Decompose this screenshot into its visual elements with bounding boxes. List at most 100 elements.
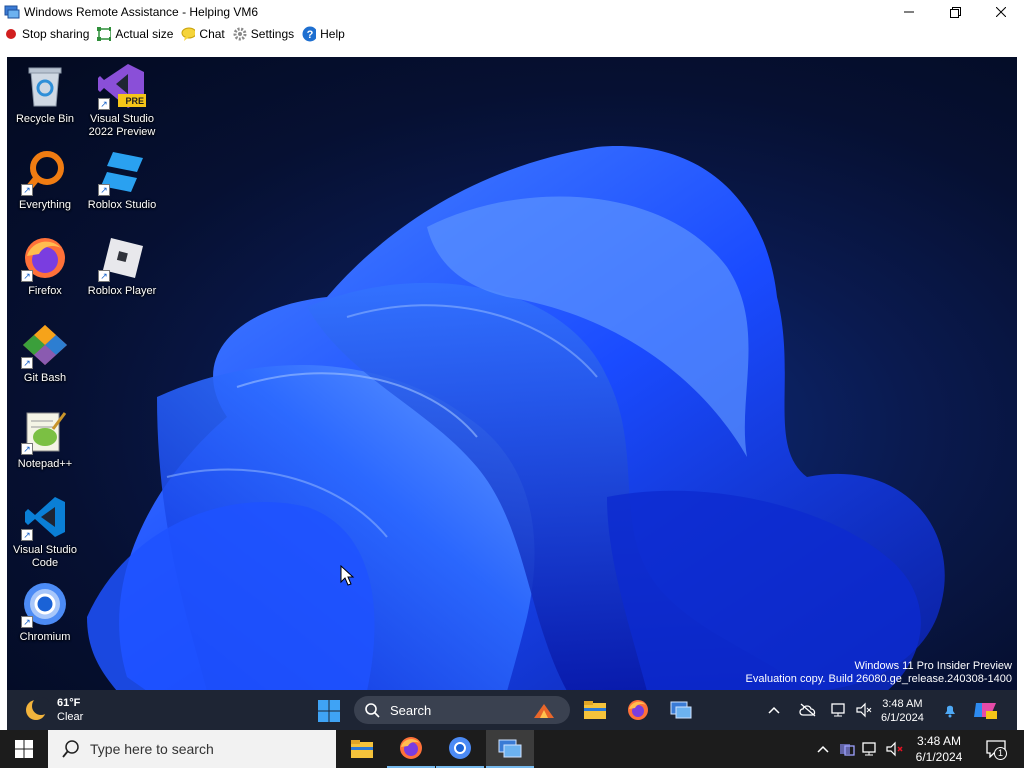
remote-taskbar: 61°F Clear Search 3:48 AM 6/1/2024: [7, 690, 1017, 730]
remote-tray-notifications[interactable]: [942, 690, 958, 730]
desktop-icon-label: Roblox Player: [87, 285, 157, 297]
desktop-icon-label: Visual Studio 2022 Preview: [88, 113, 156, 138]
remote-assistance-icon: [670, 701, 692, 719]
remote-show-hidden-icons[interactable]: [767, 690, 781, 730]
git-bash-icon: ↗: [21, 321, 69, 369]
remote-start-button[interactable]: [317, 699, 341, 723]
desktop-icon-label: Notepad++: [17, 458, 73, 470]
roblox-player-icon: ↗: [98, 234, 146, 282]
shortcut-arrow-icon: ↗: [21, 357, 33, 369]
gear-icon: [233, 27, 247, 41]
desktop-icon-firefox[interactable]: ↗ Firefox: [7, 234, 83, 298]
weather-desc: Clear: [57, 711, 84, 723]
tray-volume[interactable]: [883, 730, 907, 768]
shortcut-arrow-icon: ↗: [98, 184, 110, 196]
settings-button[interactable]: Settings: [233, 24, 294, 44]
shortcut-arrow-icon: ↗: [21, 529, 33, 541]
show-hidden-icons-button[interactable]: [812, 730, 834, 768]
stop-sharing-label: Stop sharing: [22, 27, 90, 41]
copilot-icon: [974, 703, 997, 719]
desktop-icon-label: Git Bash: [23, 372, 67, 384]
remote-tray-volume[interactable]: [855, 690, 873, 730]
watermark-line-1: Windows 11 Pro Insider Preview: [854, 660, 1012, 672]
desktop-icon-git-bash[interactable]: ↗ Git Bash: [7, 321, 83, 385]
chromium-icon: [449, 737, 471, 759]
taskbar-clock[interactable]: 3:48 AM 6/1/2024: [912, 733, 966, 765]
roblox-studio-icon: ↗: [98, 148, 146, 196]
shortcut-arrow-icon: ↗: [21, 270, 33, 282]
remote-tray-network[interactable]: [830, 690, 848, 730]
desktop-icon-recycle-bin[interactable]: Recycle Bin: [7, 62, 83, 126]
remote-tray-onedrive[interactable]: [799, 690, 817, 730]
stop-sharing-button[interactable]: Stop sharing: [4, 24, 89, 44]
notification-count-badge: 1: [994, 747, 1007, 760]
close-button[interactable]: [978, 0, 1024, 24]
chat-icon: [181, 27, 196, 41]
shortcut-arrow-icon: ↗: [98, 98, 110, 110]
desktop-icon-visual-studio-preview[interactable]: PRE ↗ Visual Studio 2022 Preview: [84, 62, 160, 139]
taskbar-search-box[interactable]: Type here to search: [48, 730, 336, 768]
maximize-button[interactable]: [932, 0, 978, 24]
remote-search-box[interactable]: Search: [354, 696, 570, 724]
desktop-icon-notepad-plus-plus[interactable]: ↗ Notepad++: [7, 407, 83, 471]
taskbar-chromium[interactable]: [436, 730, 484, 768]
stop-record-icon: [4, 27, 18, 41]
remote-taskbar-remote-assistance[interactable]: [668, 698, 694, 722]
title-bar: Windows Remote Assistance - Helping VM6: [0, 0, 1024, 24]
desktop-icon-label: Visual Studio Code: [12, 544, 77, 569]
remote-search-label: Search: [390, 702, 432, 718]
taskbar-firefox[interactable]: [387, 730, 435, 768]
recycle-bin-icon: [21, 62, 69, 110]
help-button[interactable]: ? Help: [302, 24, 345, 44]
remote-clock-date: 6/1/2024: [881, 712, 924, 724]
actual-size-button[interactable]: Actual size: [97, 24, 173, 44]
chevron-up-icon: [768, 706, 780, 714]
remote-assistance-icon: [498, 739, 522, 758]
chat-button[interactable]: Chat: [181, 24, 225, 44]
restore-icon: [949, 6, 961, 18]
svg-text:?: ?: [307, 29, 314, 41]
remote-clock[interactable]: 3:48 AM 6/1/2024: [881, 697, 924, 725]
everything-icon: ↗: [21, 148, 69, 196]
volume-muted-icon: [856, 702, 872, 718]
settings-label: Settings: [250, 27, 295, 41]
firefox-icon: [400, 737, 422, 759]
desktop-icon-roblox-studio[interactable]: ↗ Roblox Studio: [84, 148, 160, 212]
action-center-button[interactable]: 1: [976, 730, 1016, 768]
weather-temp: 61°F: [57, 697, 81, 709]
taskbar: Type here to search 3:48 AM 6/1/2024 1: [0, 730, 1024, 768]
desktop-icon-everything[interactable]: ↗ Everything: [7, 148, 83, 212]
file-explorer-icon: [351, 740, 373, 758]
chevron-up-icon: [817, 745, 829, 753]
vscode-icon: ↗: [21, 493, 69, 541]
volume-muted-icon: [886, 741, 903, 757]
remote-taskbar-firefox[interactable]: [625, 698, 651, 722]
teams-icon: [840, 744, 855, 756]
desktop-icon-label: Chromium: [19, 631, 71, 643]
start-button[interactable]: [0, 730, 48, 768]
remote-desktop[interactable]: Recycle Bin ↗ Everything ↗ Firefox ↗ Git…: [7, 57, 1017, 730]
taskbar-file-explorer[interactable]: [338, 730, 386, 768]
taskbar-remote-assistance[interactable]: [486, 730, 534, 768]
desktop-icon-roblox-player[interactable]: ↗ Roblox Player: [84, 234, 160, 298]
windows-logo-icon: [15, 740, 33, 758]
weather-widget[interactable]: 61°F Clear: [23, 696, 83, 724]
notepad-plus-plus-icon: ↗: [21, 407, 69, 455]
network-icon: [862, 742, 876, 756]
remote-clock-time: 3:48 AM: [882, 698, 923, 710]
minimize-button[interactable]: [886, 0, 932, 24]
chromium-icon: ↗: [21, 580, 69, 628]
firefox-icon: ↗: [21, 234, 69, 282]
shortcut-arrow-icon: ↗: [98, 270, 110, 282]
actual-size-label: Actual size: [115, 27, 174, 41]
cloud-off-icon: [799, 703, 816, 717]
shortcut-arrow-icon: ↗: [21, 443, 33, 455]
watermark-line-2: Evaluation copy. Build 26080.ge_release.…: [745, 673, 1012, 685]
remote-tray-copilot[interactable]: [972, 690, 998, 730]
desktop-icon-chromium[interactable]: ↗ Chromium: [7, 580, 83, 644]
tray-network[interactable]: [859, 730, 881, 768]
desktop-icon-vscode[interactable]: ↗ Visual Studio Code: [7, 493, 83, 570]
tray-teams[interactable]: [836, 730, 858, 768]
taskbar-search-placeholder: Type here to search: [90, 741, 214, 757]
remote-taskbar-file-explorer[interactable]: [582, 698, 608, 722]
